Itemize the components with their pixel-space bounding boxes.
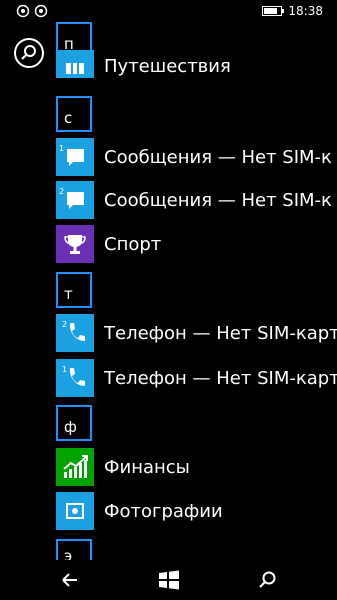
letter-header-t[interactable]: т [56, 272, 92, 308]
sim-badge: 2 [62, 320, 68, 329]
app-label: Сообщения — Нет SIM-к [104, 147, 332, 168]
search-button[interactable] [14, 38, 44, 68]
app-item-photos[interactable]: Фотографии [56, 492, 337, 532]
app-item-travel[interactable]: Путешествия [56, 50, 337, 78]
sim-badge: 1 [62, 365, 68, 374]
phone-icon: 2 [56, 314, 94, 352]
app-list[interactable]: п Путешествия с 1 Сообщения — Нет SIM-к … [0, 0, 337, 560]
app-item-phone-sim2[interactable]: 2 Телефон — Нет SIM-карт [56, 314, 337, 354]
letter-header-e[interactable]: э [56, 539, 92, 560]
sim-badge: 1 [59, 144, 65, 153]
message-icon: 1 [56, 138, 94, 176]
app-label: Телефон — Нет SIM-карт [104, 368, 337, 389]
back-icon[interactable] [58, 568, 82, 592]
sim-badge: 2 [59, 187, 65, 196]
app-item-messages-sim1[interactable]: 1 Сообщения — Нет SIM-к [56, 138, 337, 178]
app-label: Телефон — Нет SIM-карт [104, 323, 337, 344]
windows-start-icon[interactable] [157, 568, 181, 592]
app-label: Фотографии [104, 501, 223, 522]
app-label: Сообщения — Нет SIM-к [104, 190, 332, 211]
navigation-bar [0, 560, 337, 600]
app-label: Финансы [104, 457, 190, 478]
trophy-icon [56, 225, 94, 263]
app-label: Путешествия [104, 56, 231, 77]
app-item-finance[interactable]: Финансы [56, 448, 337, 488]
finance-chart-icon [56, 448, 94, 486]
search-nav-icon[interactable] [255, 568, 279, 592]
photos-icon [56, 492, 94, 530]
letter-header-f[interactable]: ф [56, 405, 92, 441]
phone-icon: 1 [56, 359, 94, 397]
travel-icon [56, 50, 94, 78]
app-item-phone-sim1[interactable]: 1 Телефон — Нет SIM-карт [56, 359, 337, 399]
app-item-sport[interactable]: Спорт [56, 225, 337, 265]
app-item-messages-sim2[interactable]: 2 Сообщения — Нет SIM-к [56, 181, 337, 221]
letter-header-s[interactable]: с [56, 96, 92, 132]
message-icon: 2 [56, 181, 94, 219]
app-label: Спорт [104, 234, 162, 255]
search-icon [21, 45, 36, 60]
